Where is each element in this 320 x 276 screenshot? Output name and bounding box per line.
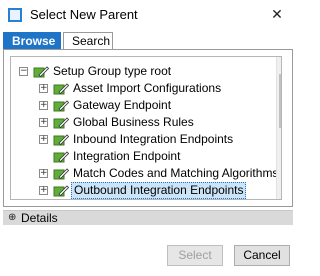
collapse-icon[interactable]: − — [19, 67, 28, 76]
setup-group-icon — [53, 168, 69, 180]
expand-details-icon[interactable]: ⊕ — [8, 213, 16, 223]
tree-node-label: Outbound Integration Endpoints — [71, 182, 247, 199]
setup-group-icon — [53, 134, 69, 146]
setup-group-icon — [53, 83, 69, 95]
setup-group-icon — [53, 100, 69, 112]
cancel-button[interactable]: Cancel — [234, 245, 290, 266]
setup-group-icon — [53, 151, 69, 163]
tree-node-root[interactable]: − Setup Group type root — [11, 63, 273, 80]
tree-node-asset-import-configurations[interactable]: + Asset Import Configurations — [11, 80, 273, 97]
select-button[interactable]: Select — [167, 245, 223, 266]
dialog-icon — [8, 8, 22, 22]
tree-node-label: Integration Endpoint — [73, 149, 181, 163]
tree-node-gateway-endpoint[interactable]: + Gateway Endpoint — [11, 97, 273, 114]
tree-node-label: Global Business Rules — [73, 115, 194, 129]
tree-node-integration-endpoint[interactable]: Integration Endpoint — [11, 148, 273, 165]
expand-icon[interactable]: + — [39, 169, 48, 178]
tree-node-label: Gateway Endpoint — [73, 98, 172, 112]
scroll-thumb[interactable] — [279, 74, 281, 128]
window-title: Select New Parent — [30, 7, 138, 22]
close-button[interactable]: ✕ — [262, 2, 292, 26]
tree-node-inbound-integration-endpoints[interactable]: + Inbound Integration Endpoints — [11, 131, 273, 148]
tree-node-global-business-rules[interactable]: + Global Business Rules — [11, 114, 273, 131]
setup-group-icon — [33, 66, 49, 78]
tab-search[interactable]: Search — [63, 32, 113, 50]
tab-browse[interactable]: Browse — [3, 32, 61, 50]
tree-node-label: Setup Group type root — [53, 64, 172, 78]
setup-group-icon — [53, 185, 69, 197]
expand-icon[interactable]: + — [39, 186, 48, 195]
tab-bar: Browse Search — [0, 31, 296, 50]
details-section[interactable]: ⊕ Details — [3, 210, 293, 225]
scroll-up-icon[interactable]: ▲ — [277, 57, 281, 73]
expand-icon[interactable]: + — [39, 118, 48, 127]
title-bar: Select New Parent ✕ — [0, 0, 296, 31]
setup-group-icon — [53, 117, 69, 129]
details-label[interactable]: Details — [21, 212, 58, 225]
tree-node-match-codes-and-matching-algorithms[interactable]: + Match Codes and Matching Algorithms — [11, 165, 278, 182]
expand-icon[interactable]: + — [39, 101, 48, 110]
browse-panel: − Setup Group type root + Asset Import Conf… — [3, 49, 293, 207]
tree-node-label: Inbound Integration Endpoints — [73, 132, 234, 146]
tree-node-label: Asset Import Configurations — [73, 81, 222, 95]
expand-icon[interactable]: + — [39, 84, 48, 93]
expand-icon[interactable]: + — [39, 135, 48, 144]
tree-node-outbound-integration-endpoints[interactable]: + Outbound Integration Endpoints — [11, 182, 273, 199]
scroll-down-icon[interactable]: ▼ — [277, 183, 281, 199]
tree-node-label: Match Codes and Matching Algorithms — [73, 166, 279, 180]
vertical-scrollbar[interactable]: ▲▼ — [276, 57, 281, 199]
tree-view[interactable]: − Setup Group type root + Asset Import Conf… — [10, 56, 282, 200]
